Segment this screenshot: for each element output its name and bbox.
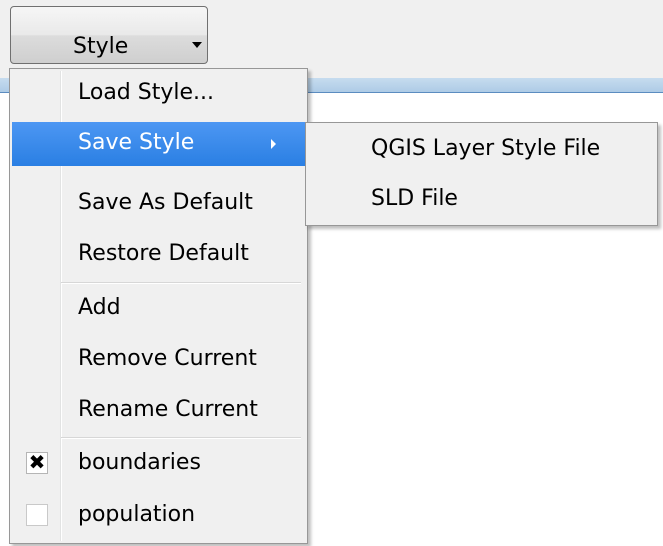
menu-item-restore-default[interactable]: Restore Default bbox=[12, 233, 305, 277]
menu-item-load-style[interactable]: Load Style... bbox=[12, 72, 305, 116]
menu-item-add[interactable]: Add bbox=[12, 287, 305, 331]
menu-item-rename-current[interactable]: Rename Current bbox=[12, 389, 305, 433]
style-menu: Load Style... Save Style Save As Default… bbox=[9, 68, 308, 544]
style-button-label: Style bbox=[73, 34, 129, 59]
check-mark-icon: ✖ bbox=[28, 450, 46, 474]
menu-item-style-boundaries[interactable]: ✖ boundaries bbox=[12, 442, 305, 486]
menu-item-label: Add bbox=[78, 295, 121, 320]
menu-item-remove-current[interactable]: Remove Current bbox=[12, 338, 305, 382]
save-style-submenu: QGIS Layer Style File SLD File bbox=[305, 122, 658, 226]
menu-item-label: boundaries bbox=[78, 450, 201, 475]
menu-separator bbox=[61, 282, 301, 284]
checkbox-unchecked[interactable] bbox=[26, 504, 48, 526]
menu-item-label: population bbox=[78, 502, 196, 527]
caret-down-icon bbox=[192, 42, 202, 48]
submenu-item-sld-file[interactable]: SLD File bbox=[308, 176, 655, 222]
style-dropdown-button[interactable]: Style bbox=[10, 6, 208, 64]
submenu-item-qgis-layer-style-file[interactable]: QGIS Layer Style File bbox=[308, 126, 655, 172]
menu-item-save-as-default[interactable]: Save As Default bbox=[12, 182, 305, 226]
submenu-item-label: SLD File bbox=[371, 186, 458, 211]
menu-item-label: Load Style... bbox=[78, 80, 215, 105]
menu-item-label: Save Style bbox=[78, 130, 195, 155]
menu-item-label: Rename Current bbox=[78, 397, 258, 422]
menu-item-label: Remove Current bbox=[78, 346, 257, 371]
checkbox-checked[interactable]: ✖ bbox=[26, 450, 48, 474]
submenu-item-label: QGIS Layer Style File bbox=[371, 136, 601, 161]
menu-item-label: Restore Default bbox=[78, 241, 249, 266]
menu-item-style-population[interactable]: population bbox=[12, 494, 305, 538]
menu-item-save-style[interactable]: Save Style bbox=[12, 122, 305, 166]
menu-item-label: Save As Default bbox=[78, 190, 253, 215]
menu-separator bbox=[61, 437, 301, 439]
submenu-arrow-icon bbox=[271, 139, 276, 149]
